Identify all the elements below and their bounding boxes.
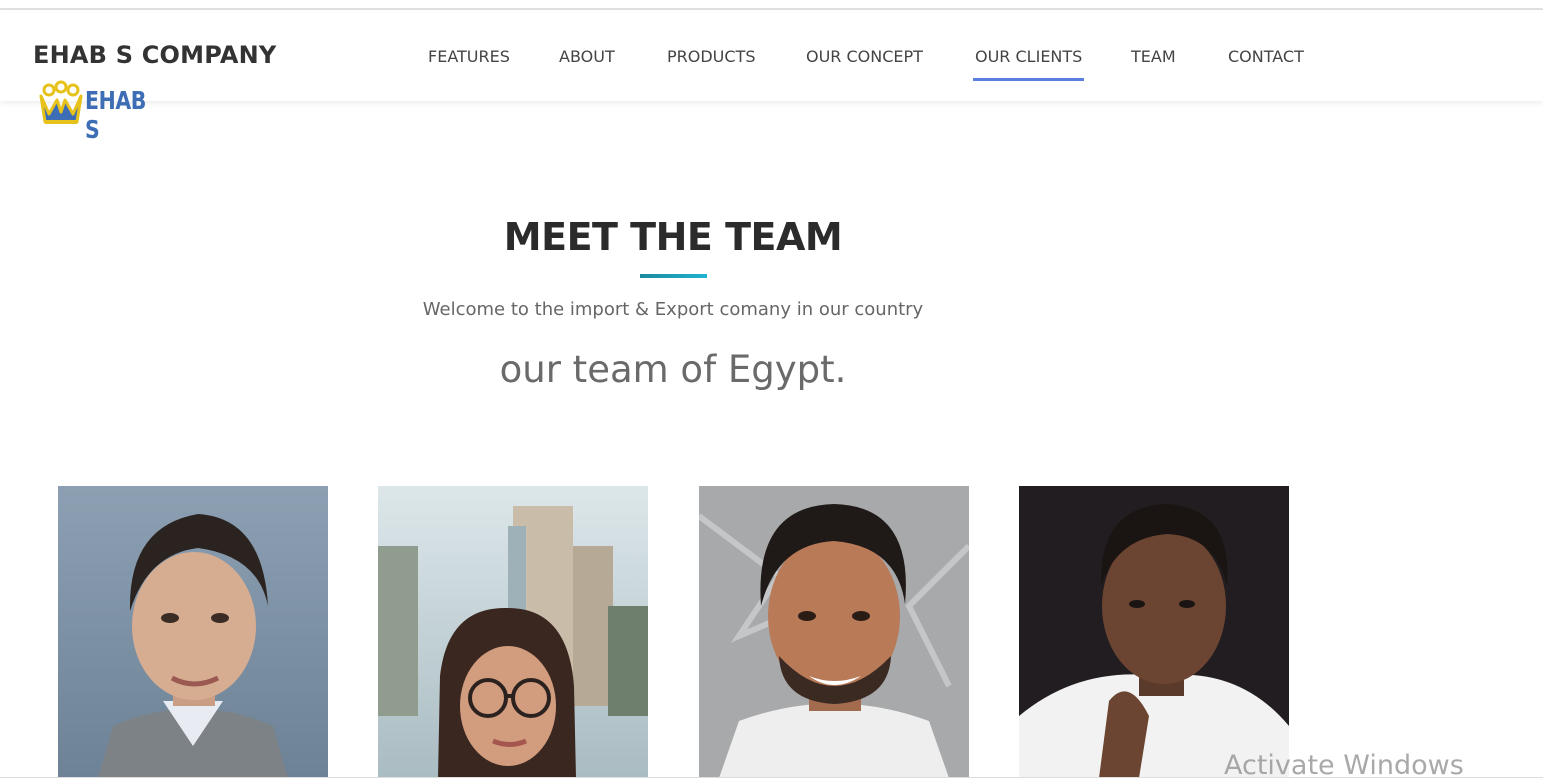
- person-portrait-icon: [699, 486, 969, 778]
- nav-item-features[interactable]: FEATURES: [428, 47, 510, 81]
- navbar: EHAB S COMPANY FEATURES ABOUT PRODUCTS O…: [0, 10, 1543, 101]
- team-photo-3[interactable]: [699, 486, 969, 778]
- person-portrait-icon: [378, 486, 648, 778]
- crown-icon: [39, 80, 83, 124]
- nav-item-about[interactable]: ABOUT: [559, 47, 615, 81]
- section-tagline: our team of Egypt.: [499, 348, 847, 391]
- nav-item-contact[interactable]: CONTACT: [1228, 47, 1304, 81]
- title-underline: [640, 274, 707, 278]
- company-logo[interactable]: EHAB S: [37, 78, 177, 144]
- brand-name[interactable]: EHAB S COMPANY: [33, 41, 276, 69]
- nav-item-products[interactable]: PRODUCTS: [667, 47, 756, 81]
- nav-item-our-clients[interactable]: OUR CLIENTS: [972, 47, 1085, 81]
- nav-item-team[interactable]: TEAM: [1131, 47, 1176, 81]
- person-portrait-icon: [58, 486, 328, 778]
- team-photo-2[interactable]: [378, 486, 648, 778]
- nav-item-our-concept[interactable]: OUR CONCEPT: [806, 47, 923, 81]
- person-portrait-icon: [1019, 486, 1289, 778]
- section-title: MEET THE TEAM: [503, 215, 843, 259]
- team-photo-1[interactable]: [58, 486, 328, 778]
- activate-windows-watermark: Activate Windows: [1224, 750, 1464, 781]
- section-subtitle: Welcome to the import & Export comany in…: [422, 299, 924, 320]
- logo-text: EHAB S: [85, 86, 147, 144]
- team-photo-4[interactable]: [1019, 486, 1289, 778]
